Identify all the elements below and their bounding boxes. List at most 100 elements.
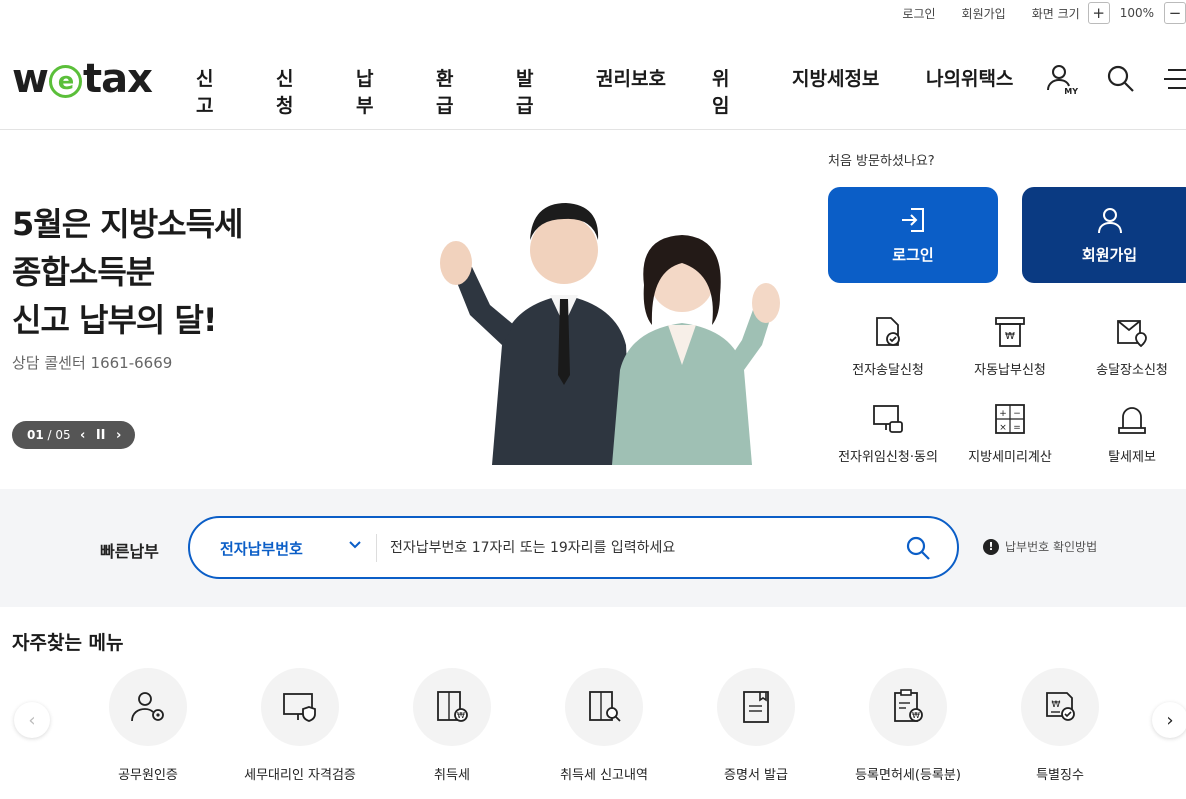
favorite-label: 등록면허세(등록분) bbox=[855, 768, 961, 783]
zoom-value: 100% bbox=[1119, 6, 1154, 20]
favorite-item[interactable]: 세무대리인 자격검증 bbox=[224, 668, 376, 783]
search-icon[interactable] bbox=[905, 535, 931, 561]
util-join-link[interactable]: 회원가입 bbox=[962, 5, 1006, 22]
join-button-label: 회원가입 bbox=[1081, 245, 1138, 264]
utility-bar: 로그인 회원가입 화면 크기 + 100% − bbox=[902, 0, 1186, 26]
header-icons: MY bbox=[1044, 62, 1186, 96]
favorites-next-button[interactable]: › bbox=[1152, 702, 1186, 738]
service-label: 지방세미리계산 bbox=[968, 450, 1052, 465]
divider bbox=[376, 534, 377, 562]
logo-text-w: w bbox=[12, 56, 49, 102]
pager-total: / 05 bbox=[47, 428, 71, 442]
service-delivery-place[interactable]: 송달장소신청 bbox=[1062, 315, 1186, 378]
document-check-icon bbox=[876, 317, 900, 346]
first-visit-text: 처음 방문하셨나요? bbox=[828, 154, 935, 169]
svg-text:+: + bbox=[999, 409, 1007, 419]
service-e-delegation[interactable]: 전자위임신청·동의 bbox=[818, 402, 958, 465]
my-icon-label: MY bbox=[1064, 87, 1078, 96]
svg-text:−: − bbox=[1013, 409, 1021, 419]
favorite-label: 증명서 발급 bbox=[724, 768, 788, 783]
service-label: 탈세제보 bbox=[1108, 450, 1156, 465]
hero-title-line-3: 신고 납부의 달! bbox=[12, 301, 218, 339]
zoom-label: 화면 크기 bbox=[1031, 6, 1080, 21]
favorite-item[interactable]: 취득세 신고내역 bbox=[528, 668, 680, 783]
favorite-item[interactable]: ₩ 등록면허세(등록분) bbox=[832, 668, 984, 783]
logo-e-mark: e bbox=[48, 64, 82, 98]
location-mail-icon bbox=[1117, 320, 1147, 348]
hero-title-line-1: 5월은 지방소득세 bbox=[12, 205, 243, 243]
payment-number-input[interactable] bbox=[390, 531, 870, 565]
favorite-item[interactable]: ₩ 취득세 bbox=[376, 668, 528, 783]
menu-icon[interactable] bbox=[1164, 62, 1186, 96]
join-button[interactable]: 회원가입 bbox=[1022, 187, 1186, 283]
calculator-icon: + −× = bbox=[995, 404, 1025, 434]
login-button-label: 로그인 bbox=[892, 245, 934, 264]
svg-text:₩: ₩ bbox=[457, 711, 465, 720]
nav-item-rights[interactable]: 권리보호 bbox=[596, 64, 666, 91]
svg-text:₩: ₩ bbox=[1052, 700, 1061, 710]
quick-pay-section: 빠른납부 전자납부번호 ! 납부번호 확인방법 bbox=[0, 489, 1186, 607]
service-auto-pay[interactable]: ₩ 자동납부신청 bbox=[940, 315, 1080, 378]
logo-text-tax: tax bbox=[82, 56, 153, 102]
nav-item-delegate[interactable]: 위임 bbox=[712, 64, 729, 118]
chevron-right-icon: › bbox=[1166, 709, 1174, 731]
pay-type-select[interactable]: 전자납부번호 bbox=[220, 538, 303, 559]
nav-item-report[interactable]: 신고 bbox=[196, 64, 213, 118]
chevron-down-icon[interactable] bbox=[348, 538, 362, 552]
certificate-icon bbox=[743, 691, 769, 723]
util-login-link[interactable]: 로그인 bbox=[902, 5, 935, 22]
nav-item-local-tax-info[interactable]: 지방세정보 bbox=[792, 64, 879, 91]
search-icon[interactable] bbox=[1104, 62, 1138, 96]
favorite-label: 세무대리인 자격검증 bbox=[244, 768, 356, 783]
nav-item-refund[interactable]: 환급 bbox=[436, 64, 453, 118]
hero-banner-text: 5월은 지방소득세 종합소득분 신고 납부의 달! 상담 콜센터 1661-66… bbox=[12, 200, 243, 373]
hero-title-line-2: 종합소득분 bbox=[12, 253, 155, 291]
hero-models-image bbox=[440, 203, 780, 465]
report-search-icon bbox=[589, 691, 621, 722]
quick-pay-box: 전자납부번호 bbox=[188, 516, 959, 579]
nav-item-my-wetax[interactable]: 나의위택스 bbox=[926, 64, 1013, 91]
favorite-label: 취득세 신고내역 bbox=[560, 768, 648, 783]
service-tax-report[interactable]: 탈세제보 bbox=[1062, 402, 1186, 465]
service-label: 송달장소신청 bbox=[1096, 363, 1168, 378]
login-icon bbox=[902, 207, 924, 232]
side-panel: 처음 방문하셨나요? 로그인 회원가입 전자송달신청 ₩ 자동납부신청 송달장소… bbox=[828, 150, 1186, 465]
service-label: 전자위임신청·동의 bbox=[838, 450, 938, 465]
login-button[interactable]: 로그인 bbox=[828, 187, 998, 283]
pause-slide-button[interactable]: II bbox=[95, 428, 107, 443]
nav-item-apply[interactable]: 신청 bbox=[276, 64, 293, 118]
favorite-item[interactable]: 증명서 발급 bbox=[680, 668, 832, 783]
official-auth-icon bbox=[131, 692, 164, 722]
favorite-item[interactable]: ₩ 특별징수 bbox=[984, 668, 1136, 783]
zoom-in-button[interactable]: + bbox=[1087, 2, 1110, 24]
service-label: 전자송달신청 bbox=[852, 363, 924, 378]
svg-text:₩: ₩ bbox=[1005, 331, 1015, 342]
favorite-item[interactable]: 공무원인증 bbox=[72, 668, 224, 783]
acquisition-tax-icon: ₩ bbox=[437, 691, 468, 722]
svg-text:=: = bbox=[1013, 423, 1021, 433]
favorite-label: 공무원인증 bbox=[118, 768, 178, 783]
svg-text:×: × bbox=[999, 423, 1007, 433]
nav-item-pay[interactable]: 납부 bbox=[356, 64, 373, 118]
clipboard-won-icon: ₩ bbox=[894, 689, 923, 722]
favorite-label: 특별징수 bbox=[1036, 768, 1084, 783]
special-collection-icon: ₩ bbox=[1046, 692, 1075, 721]
wetax-logo[interactable]: w e tax bbox=[12, 56, 153, 102]
svg-text:₩: ₩ bbox=[912, 711, 920, 720]
alarm-bell-icon bbox=[1118, 407, 1146, 434]
favorites-prev-button[interactable]: ‹ bbox=[14, 702, 50, 738]
pager-current: 01 bbox=[27, 428, 44, 442]
payment-number-help-link[interactable]: ! 납부번호 확인방법 bbox=[983, 538, 1097, 555]
nav-item-issue[interactable]: 발급 bbox=[516, 64, 533, 118]
favorites-title: 자주찾는 메뉴 bbox=[12, 632, 124, 654]
next-slide-button[interactable]: › bbox=[113, 428, 125, 443]
my-icon[interactable]: MY bbox=[1044, 62, 1078, 96]
chevron-left-icon: ‹ bbox=[28, 709, 36, 731]
service-e-delivery[interactable]: 전자송달신청 bbox=[818, 315, 958, 378]
monitor-shield-icon bbox=[283, 693, 316, 722]
prev-slide-button[interactable]: ‹ bbox=[77, 428, 89, 443]
header: w e tax 신고 신청 납부 환급 발급 권리보호 위임 지방세정보 나의위… bbox=[0, 30, 1186, 130]
service-tax-calculator[interactable]: + − × = 지방세미리계산 bbox=[940, 402, 1080, 465]
zoom-out-button[interactable]: − bbox=[1164, 2, 1186, 24]
favorite-label: 취득세 bbox=[434, 768, 470, 783]
